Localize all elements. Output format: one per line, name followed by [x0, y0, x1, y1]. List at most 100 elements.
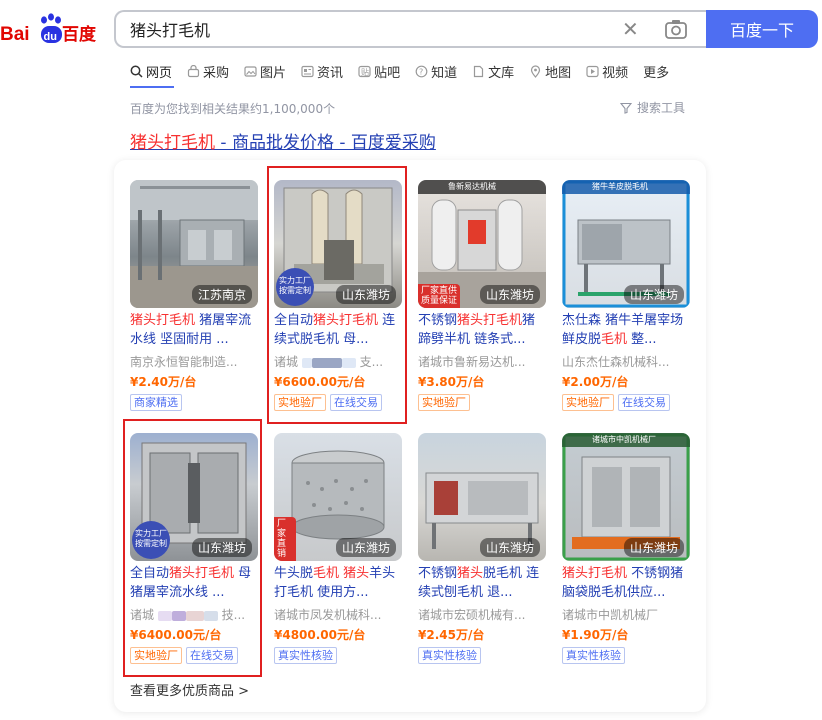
map-pin-icon: [531, 64, 541, 78]
tab-label: 贴吧: [374, 65, 401, 81]
product-card[interactable]: 猪牛羊皮脱毛机 山东潍坊 杰仕森 猪牛羊屠宰场鲜皮脱毛机 整... 山东杰仕森机…: [562, 180, 690, 411]
product-tag: 实地验厂: [562, 394, 614, 411]
tab-label: 图片: [260, 65, 287, 81]
location-label: 山东潍坊: [479, 538, 540, 557]
title-highlight: 猪头打毛机: [130, 313, 196, 328]
seller-name[interactable]: 南京永恒智能制造...: [130, 353, 258, 370]
tab-label: 更多: [643, 65, 670, 81]
search-input[interactable]: [130, 19, 590, 38]
product-price: ¥2.45万/台: [418, 628, 485, 642]
document-icon: [473, 65, 484, 77]
annotation-box: [267, 166, 407, 424]
logo-bai-text: Bai: [0, 24, 30, 45]
tab-label: 采购: [203, 65, 230, 81]
product-banner: 鲁新易达机械: [418, 180, 546, 194]
search-icon: [130, 65, 143, 78]
title-pre: 不锈钢: [418, 313, 458, 328]
result-title-rest: - 商品批发价格 - 百度爱采购: [215, 133, 436, 153]
product-card[interactable]: 江苏南京 猪头打毛机 猪屠宰流水线 坚固耐用 ... 南京永恒智能制造... ¥…: [130, 180, 258, 411]
title-highlight: 猪头打毛机: [562, 566, 628, 581]
baidu-logo[interactable]: Bai du 百度: [0, 8, 100, 48]
product-image[interactable]: 山东潍坊: [418, 433, 546, 561]
search-tools-button[interactable]: 搜索工具: [620, 99, 685, 116]
news-icon: [301, 65, 314, 77]
product-card[interactable]: 厂家 直销 山东潍坊 牛头脱毛机 猪头羊头打毛机 使用方... 诸城市凤发机械科…: [274, 433, 402, 664]
basket-icon: [187, 64, 200, 77]
product-image[interactable]: 诸城市中凯机械厂 山东潍坊: [562, 433, 690, 561]
title-highlight: 毛机: [601, 332, 628, 347]
result-title-link[interactable]: 猪头打毛机 - 商品批发价格 - 百度爱采购: [130, 128, 436, 153]
product-tag: 真实性核验: [418, 647, 481, 664]
search-box[interactable]: ✕: [114, 10, 708, 48]
tab-label: 视频: [602, 65, 629, 81]
camera-icon[interactable]: [664, 18, 688, 40]
tab-tieba[interactable]: 贴 贴吧: [358, 60, 400, 82]
product-image[interactable]: 江苏南京: [130, 180, 258, 308]
location-label: 山东潍坊: [479, 285, 540, 304]
product-title[interactable]: 杰仕森 猪牛羊屠宰场鲜皮脱毛机 整...: [562, 311, 690, 349]
location-label: 山东潍坊: [623, 285, 684, 304]
product-image[interactable]: 鲁新易达机械 厂家直供 质量保证 山东潍坊: [418, 180, 546, 308]
search-tabs: 网页 采购 图片 资讯 贴 贴吧 ? 知道 文库 地图 视频 更多: [130, 60, 684, 82]
product-card[interactable]: 鲁新易达机械 厂家直供 质量保证 山东潍坊 不锈钢猪头打毛机猪蹄劈半机 链条式.…: [418, 180, 546, 411]
product-title[interactable]: 不锈钢猪头打毛机猪蹄劈半机 链条式...: [418, 311, 546, 349]
logo-du-text: du: [44, 31, 57, 43]
direct-sale-flag: 厂家 直销: [274, 517, 296, 561]
seller-name[interactable]: 诸城市宏硕机械有...: [418, 606, 546, 623]
tab-label: 网页: [146, 65, 173, 81]
tab-web[interactable]: 网页: [130, 60, 172, 82]
direct-supply-flag: 厂家直供 质量保证: [418, 284, 460, 308]
seller-name[interactable]: 诸城市鲁新易达机...: [418, 353, 546, 370]
product-tag: 实地验厂: [418, 394, 470, 411]
logo-cn-text: 百度: [62, 24, 97, 45]
search-tools-label: 搜索工具: [637, 101, 686, 115]
annotation-box: [123, 419, 262, 677]
tab-news[interactable]: 资讯: [301, 60, 343, 82]
product-image[interactable]: 厂家 直销 山东潍坊: [274, 433, 402, 561]
tab-label: 文库: [488, 65, 515, 81]
more-products-link[interactable]: 查看更多优质商品 >: [130, 680, 249, 699]
product-price: ¥2.40万/台: [130, 375, 197, 389]
product-title[interactable]: 不锈钢猪头脱毛机 连续式刨毛机 退...: [418, 564, 546, 602]
result-count: 百度为您找到相关结果约1,100,000个: [130, 102, 336, 116]
filter-icon: [620, 102, 632, 114]
tab-label: 资讯: [317, 65, 344, 81]
tab-purchase[interactable]: 采购: [187, 60, 229, 82]
product-title[interactable]: 猪头打毛机 不锈钢猪脑袋脱毛机供应...: [562, 564, 690, 602]
clear-icon[interactable]: ✕: [622, 17, 639, 41]
title-pre: 不锈钢: [418, 566, 458, 581]
product-tag: 真实性核验: [274, 647, 337, 664]
seller-name[interactable]: 诸城市凤发机械科...: [274, 606, 402, 623]
product-banner: 猪牛羊皮脱毛机: [562, 180, 690, 194]
product-title[interactable]: 牛头脱毛机 猪头羊头打毛机 使用方...: [274, 564, 402, 602]
product-tag: 真实性核验: [562, 647, 625, 664]
product-price: ¥4800.00元/台: [274, 628, 366, 642]
title-post: 整...: [627, 332, 657, 347]
seller-name[interactable]: 山东杰仕森机械科...: [562, 353, 690, 370]
product-tag: 商家精选: [130, 394, 182, 411]
product-banner: 诸城市中凯机械厂: [562, 433, 690, 447]
title-highlight: 毛机 猪头: [313, 566, 370, 581]
tab-map[interactable]: 地图: [529, 60, 571, 82]
product-tag: 在线交易: [618, 394, 670, 411]
seller-name[interactable]: 诸城市中凯机械厂: [562, 606, 690, 623]
product-image[interactable]: 猪牛羊皮脱毛机 山东潍坊: [562, 180, 690, 308]
tab-zhidao[interactable]: ? 知道: [415, 60, 457, 82]
tab-more[interactable]: 更多: [643, 60, 669, 82]
search-button[interactable]: 百度一下: [706, 10, 818, 48]
title-highlight: 猪头打毛机: [457, 313, 523, 328]
title-pre: 牛头脱: [274, 566, 314, 581]
title-highlight: 猪头: [457, 566, 484, 581]
image-icon: [244, 65, 257, 77]
product-title[interactable]: 猪头打毛机 猪屠宰流水线 坚固耐用 ...: [130, 311, 258, 349]
product-card[interactable]: 山东潍坊 不锈钢猪头脱毛机 连续式刨毛机 退... 诸城市宏硕机械有... ¥2…: [418, 433, 546, 664]
location-label: 山东潍坊: [335, 538, 396, 557]
svg-text:贴: 贴: [361, 67, 369, 77]
tab-wenku[interactable]: 文库: [472, 60, 514, 82]
tab-label: 地图: [545, 65, 572, 81]
tab-video[interactable]: 视频: [586, 60, 628, 82]
product-card[interactable]: 诸城市中凯机械厂 山东潍坊 猪头打毛机 不锈钢猪脑袋脱毛机供应... 诸城市中凯…: [562, 433, 690, 664]
tab-images[interactable]: 图片: [244, 60, 286, 82]
svg-text:?: ?: [419, 67, 423, 76]
product-price: ¥3.80万/台: [418, 375, 485, 389]
